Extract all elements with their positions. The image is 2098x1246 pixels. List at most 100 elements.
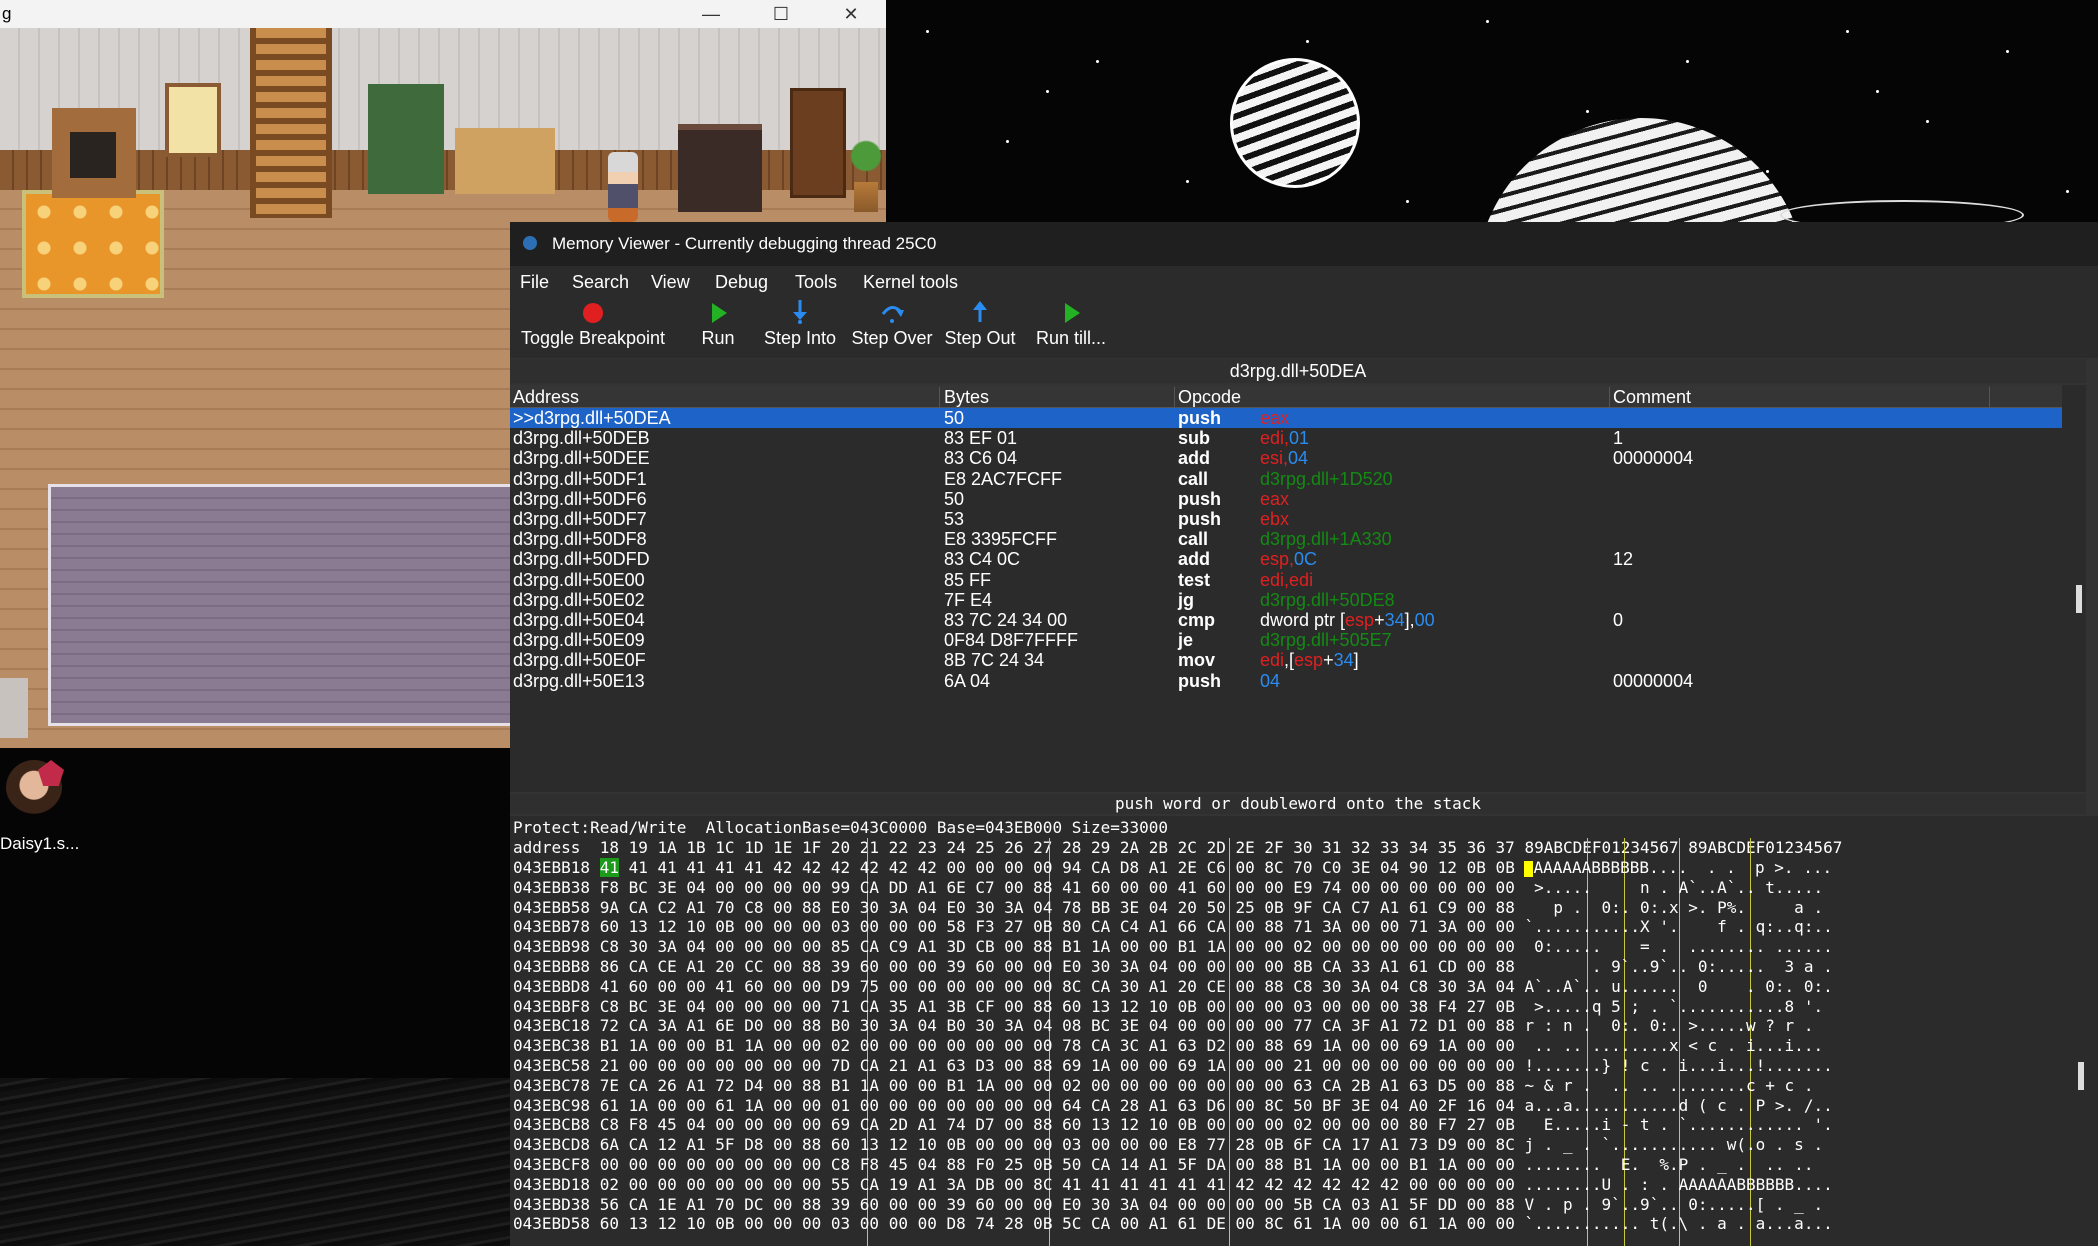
hex-row[interactable]: 043EBC58 21 00 00 00 00 00 00 00 7D CA 2…	[513, 1056, 1833, 1076]
menu-kernel-tools[interactable]: Kernel tools	[863, 272, 958, 293]
memory-viewer-window[interactable]: Memory Viewer - Currently debugging thre…	[510, 222, 2098, 1246]
disasm-bytes: 83 C4 0C	[944, 549, 1021, 570]
disasm-row[interactable]: d3rpg.dll+50E00 85 FF test edi,edi	[510, 570, 2062, 590]
disasm-row[interactable]: d3rpg.dll+50E0F 8B 7C 24 34 mov edi,[esp+34…	[510, 650, 2062, 670]
disasm-row[interactable]: d3rpg.dll+50DFD 83 C4 0C add esp,0C 12	[510, 549, 2062, 569]
hex-row[interactable]: 043EBC98 61 1A 00 00 61 1A 00 00 01 00 0…	[513, 1096, 1833, 1116]
menu-debug[interactable]: Debug	[715, 272, 768, 293]
disasm-bytes: 83 EF 01	[944, 428, 1018, 449]
hex-ascii: `........... t(.\ . a . a...a...	[1514, 1214, 1833, 1234]
hex-header: address 18 19 1A 1B 1C 1D 1E 1F 20 21 22…	[513, 838, 1843, 857]
menu-search[interactable]: Search	[572, 272, 629, 293]
step-over-button[interactable]: Step Over	[850, 296, 934, 358]
game-titlebar[interactable]: g — ☐ ✕	[0, 0, 886, 28]
hex-row[interactable]: 043EBBD8 41 60 00 00 41 60 00 00 D9 75 0…	[513, 977, 1833, 997]
hex-ascii: 0:..... = . ........ ......	[1514, 937, 1833, 957]
hex-row[interactable]: 043EBB38 F8 BC 3E 04 00 00 00 00 99 CA D…	[513, 878, 1823, 898]
step-into-button[interactable]: Step Into	[762, 296, 838, 358]
column-address[interactable]: Address	[510, 387, 940, 407]
disasm-address: d3rpg.dll+50E02	[513, 589, 645, 610]
disasm-row[interactable]: d3rpg.dll+50DEE 83 C6 04 add esi,04 00000004	[510, 448, 2062, 468]
disasm-opcode: push	[1178, 509, 1221, 529]
hex-scrollbar[interactable]	[2078, 1062, 2084, 1090]
run-button[interactable]: Run	[688, 296, 748, 358]
hex-ascii: >.....q 5 ; . `...........8 '.	[1514, 996, 1824, 1016]
hex-address: 043EBD58	[513, 1214, 600, 1234]
hex-ascii: a...a...........d ( c . P >. /..	[1514, 1095, 1833, 1115]
disasm-comment: 12	[1613, 549, 1634, 570]
run-till-icon	[1059, 300, 1083, 324]
hex-ascii: A`..A`.. u...... 0 . 0:. 0:.	[1514, 976, 1833, 996]
hex-row[interactable]: 043EBC18 72 CA 3A A1 6E D0 00 88 B0 30 3…	[513, 1016, 1813, 1036]
disasm-row[interactable]: d3rpg.dll+50E02 7F E4 jg d3rpg.dll+50DE8	[510, 590, 2062, 610]
disasm-row[interactable]: d3rpg.dll+50DEB 83 EF 01 sub edi,01 1	[510, 428, 2062, 448]
hex-view[interactable]: Protect:Read/Write AllocationBase=043C00…	[510, 816, 2098, 1246]
hex-row[interactable]: 043EBD58 60 13 12 10 0B 00 00 00 03 00 0…	[513, 1214, 1833, 1234]
minimize-button[interactable]: —	[676, 0, 746, 28]
menu-file[interactable]: File	[520, 272, 549, 293]
disasm-operands: edi,01	[1260, 428, 1310, 449]
hex-bytes: 60 13 12 10 0B 00 00 00 03 00 00 00 D8 7…	[599, 1214, 1515, 1234]
desktop: Daisy1.s...	[0, 748, 510, 1246]
column-comment[interactable]: Comment	[1610, 387, 1990, 407]
game-title: g	[2, 4, 12, 23]
hex-address: 043EBD18	[513, 1174, 600, 1194]
run-till-button[interactable]: Run till...	[1012, 296, 1130, 358]
disassembler-header: Address Bytes Opcode Comment	[510, 385, 2062, 408]
maximize-button[interactable]: ☐	[746, 0, 816, 28]
disasm-row[interactable]: d3rpg.dll+50DF1 E8 2AC7FCFF call d3rpg.dll+…	[510, 469, 2062, 489]
desktop-shortcut[interactable]: Daisy1.s...	[0, 752, 92, 853]
memory-viewer-titlebar[interactable]: Memory Viewer - Currently debugging thre…	[510, 222, 2098, 266]
hex-row[interactable]: 043EBD38 56 CA 1E A1 70 DC 00 88 39 60 0…	[513, 1195, 1823, 1215]
disasm-bytes: 85 FF	[944, 569, 992, 590]
hex-row[interactable]: 043EBCF8 00 00 00 00 00 00 00 00 C8 F8 4…	[513, 1155, 1813, 1175]
disasm-row[interactable]: d3rpg.dll+50DF7 53 push ebx	[510, 509, 2062, 529]
hex-address: 043EBB38	[513, 877, 600, 897]
hex-row[interactable]: 043EBB58 9A CA C2 A1 70 C8 00 88 E0 30 3…	[513, 898, 1823, 918]
toggle-breakpoint-button[interactable]: Toggle Breakpoint	[514, 296, 672, 358]
hex-address: 043EBBB8	[513, 957, 600, 976]
hex-bytes: C8 BC 3E 04 00 00 00 00 71 CA 35 A1 3B C…	[599, 996, 1515, 1016]
hex-bytes: F8 BC 3E 04 00 00 00 00 99 CA DD A1 6E C…	[599, 877, 1515, 897]
column-opcode[interactable]: Opcode	[1175, 387, 1610, 407]
disasm-operands: edi,edi	[1260, 569, 1314, 590]
column-bytes[interactable]: Bytes	[941, 387, 1175, 407]
disasm-operands: d3rpg.dll+505E7	[1260, 630, 1392, 651]
hex-row[interactable]: 043EBB98 C8 30 3A 04 00 00 00 00 85 CA C…	[513, 937, 1833, 957]
disasm-row[interactable]: d3rpg.dll+50DF8 E8 3395FCFF call d3rpg.dll+…	[510, 529, 2062, 549]
wallpaper-texture	[0, 1078, 510, 1246]
disasm-row[interactable]: d3rpg.dll+50E09 0F84 D8F7FFFF je d3rpg.dll+…	[510, 630, 2062, 650]
disasm-bytes: 83 C6 04	[944, 448, 1018, 469]
disasm-row[interactable]: >>d3rpg.dll+50DEA 50 push eax	[510, 408, 2062, 428]
disasm-address: d3rpg.dll+50DF8	[513, 529, 647, 550]
disassembler-view[interactable]: Address Bytes Opcode Comment >>d3rpg.dll…	[510, 385, 2086, 792]
hex-row[interactable]: 043EBCD8 6A CA 12 A1 5F D8 00 88 60 13 1…	[513, 1135, 1823, 1155]
hex-row[interactable]: 043EBC38 B1 1A 00 00 B1 1A 00 00 02 00 0…	[513, 1036, 1823, 1056]
close-button[interactable]: ✕	[816, 0, 886, 28]
disassembler-scrollbar[interactable]	[2076, 585, 2082, 613]
hex-ascii: ........ E. %.P . _ . .. ..	[1514, 1155, 1814, 1174]
disasm-bytes: E8 3395FCFF	[944, 529, 1058, 550]
menu-tools[interactable]: Tools	[795, 272, 837, 293]
hex-row[interactable]: 043EBBF8 C8 BC 3E 04 00 00 00 00 71 CA 3…	[513, 997, 1823, 1017]
disasm-bytes: 50	[944, 408, 965, 428]
disasm-row[interactable]: d3rpg.dll+50E13 6A 04 push 04 00000004	[510, 671, 2062, 691]
menu-view[interactable]: View	[651, 272, 690, 293]
hex-row[interactable]: 043EBB18 41 41 41 41 41 41 42 42 42 42 4…	[513, 858, 1832, 878]
disasm-opcode: sub	[1178, 428, 1211, 449]
hex-row[interactable]: 043EBCB8 C8 F8 45 04 00 00 00 00 69 CA 2…	[513, 1115, 1833, 1135]
disasm-bytes: 0F84 D8F7FFFF	[944, 630, 1079, 651]
hex-row[interactable]: 043EBC78 7E CA 26 A1 72 D4 00 88 B1 1A 0…	[513, 1076, 1813, 1096]
disasm-address: d3rpg.dll+50DEE	[513, 448, 650, 469]
hex-row[interactable]: 043EBBB8 86 CA CE A1 20 CC 00 88 39 60 0…	[513, 957, 1833, 977]
hex-address: 043EBBD8	[513, 976, 600, 996]
hex-row[interactable]: 043EBB78 60 13 12 10 0B 00 00 00 03 00 0…	[513, 917, 1833, 937]
disasm-comment: 00000004	[1613, 448, 1694, 469]
disasm-operands: esp,0C	[1260, 549, 1318, 570]
step-out-button[interactable]: Step Out	[944, 296, 1016, 358]
hex-bytes: 41 60 00 00 41 60 00 00 D9 75 00 00 00 0…	[599, 976, 1515, 996]
disasm-row[interactable]: d3rpg.dll+50E04 83 7C 24 34 00 cmp dword pt…	[510, 610, 2062, 630]
hex-row[interactable]: 043EBD18 02 00 00 00 00 00 00 00 55 CA 1…	[513, 1175, 1833, 1195]
disasm-address: d3rpg.dll+50DF7	[513, 509, 647, 529]
disasm-row[interactable]: d3rpg.dll+50DF6 50 push eax	[510, 489, 2062, 509]
